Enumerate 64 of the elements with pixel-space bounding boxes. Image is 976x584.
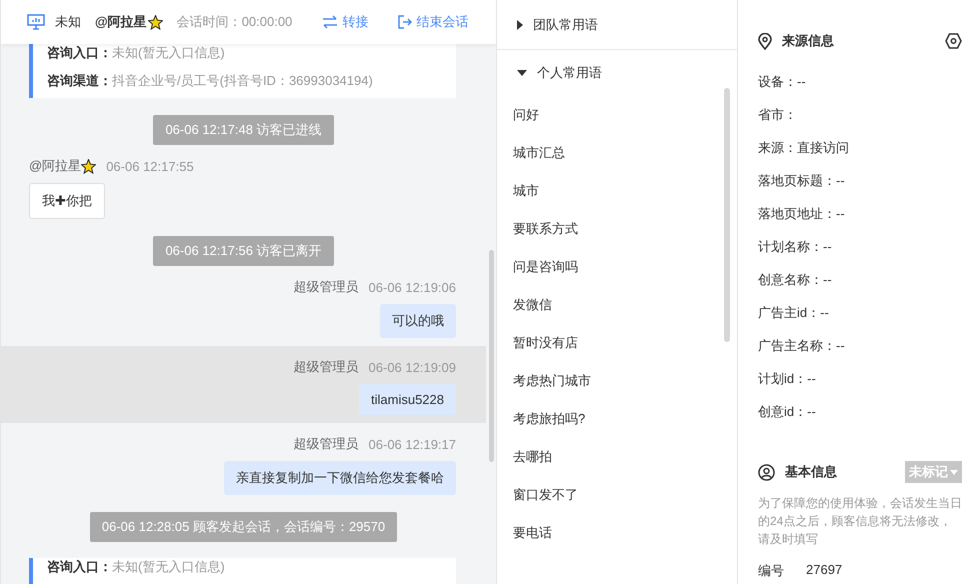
field-value: 27697 [806, 562, 842, 579]
section-title: 来源信息 [782, 32, 834, 50]
sender-name: 超级管理员 [294, 278, 359, 296]
scrollbar[interactable] [489, 250, 494, 462]
device-label: 未知 [55, 13, 81, 31]
system-notice: 06-06 12:17:56 访客已离开 [153, 236, 334, 266]
system-notice: 06-06 12:28:05 顾客发起会话，会话编号：29570 [90, 512, 398, 542]
caret-down-icon [517, 70, 527, 76]
phrase-item[interactable]: 要电话 [497, 514, 737, 552]
info-field: 落地页标题：-- [758, 164, 962, 197]
user-circle-icon [758, 464, 775, 480]
info-row-text: 咨询渠道：抖音企业号/员工号(抖音号ID：36993034194) [47, 72, 374, 90]
info-row-text: 咨询入口：未知(暂无入口信息) [47, 44, 226, 62]
message-time: 06-06 12:19:09 [368, 360, 456, 374]
message-bubble: 可以的哦 [380, 304, 456, 338]
phrase-item[interactable]: 问是咨询吗 [497, 248, 737, 286]
section-title: 基本信息 [785, 463, 837, 481]
message-time: 06-06 12:17:55 [106, 158, 194, 174]
info-field: 计划名称：-- [758, 230, 962, 263]
phrase-item[interactable]: 问好 [497, 96, 737, 134]
phrase-item[interactable]: 考虑热门城市 [497, 362, 737, 400]
phrase-item[interactable]: 城市汇总 [497, 134, 737, 172]
info-field: 省市： [758, 98, 962, 131]
message-time: 06-06 12:19:17 [368, 436, 456, 452]
location-pin-icon [758, 32, 772, 50]
message-bubble: tilamisu5228 [359, 384, 456, 415]
sender-name: 超级管理员 [294, 358, 359, 376]
info-field: 计划id：-- [758, 362, 962, 395]
monitor-icon [27, 14, 45, 30]
caret-right-icon [517, 20, 523, 30]
settings-icon[interactable] [945, 33, 962, 49]
info-row-text: 咨询入口：未知(暂无入口信息) [47, 558, 226, 576]
scrollbar[interactable] [724, 88, 730, 342]
info-field: 广告主名称：-- [758, 329, 962, 362]
info-field: 设备：-- [758, 65, 962, 98]
exit-icon [398, 15, 412, 29]
phrase-item[interactable]: 暂时没有店 [497, 324, 737, 362]
phrase-item[interactable]: 城市 [497, 172, 737, 210]
message-bubble: 我✚你把 [29, 183, 105, 219]
phrase-group[interactable]: 个人常用语 [497, 50, 737, 96]
info-field: 广告主id：-- [758, 296, 962, 329]
message-bubble: 亲直接复制加一下微信给您发套餐哈 [224, 461, 456, 495]
info-field: 创意id：-- [758, 395, 962, 428]
notice-text: 为了保障您的使用体验，会话发生当日的24点之后，顾客信息将无法修改，请及时填写 [758, 495, 962, 548]
phrase-item[interactable]: 窗口发不了 [497, 476, 737, 514]
phrase-item[interactable]: 要联系方式 [497, 210, 737, 248]
phrase-group[interactable]: 团队常用语 [497, 0, 737, 50]
info-field: 落地页地址：-- [758, 197, 962, 230]
info-field: 来源：直接访问 [758, 131, 962, 164]
phrase-item[interactable]: 考虑旅拍吗? [497, 400, 737, 438]
info-field: 创意名称：-- [758, 263, 962, 296]
swap-icon [322, 15, 338, 29]
phrase-item[interactable]: 发微信 [497, 286, 737, 324]
system-notice: 06-06 12:17:48 访客已进线 [153, 115, 334, 145]
caret-down-icon [950, 470, 958, 474]
star-icon [81, 158, 96, 174]
phrase-item[interactable]: 去哪拍 [497, 438, 737, 476]
star-icon [148, 14, 163, 30]
session-duration: 会话时间：00:00:00 [176, 13, 292, 31]
sender-name: 超级管理员 [294, 435, 359, 453]
sender-name: @阿拉星 [29, 157, 82, 175]
field-label: 编号 [758, 562, 784, 580]
message-time: 06-06 12:19:06 [368, 280, 456, 294]
visitor-name: @阿拉星 [95, 13, 147, 31]
